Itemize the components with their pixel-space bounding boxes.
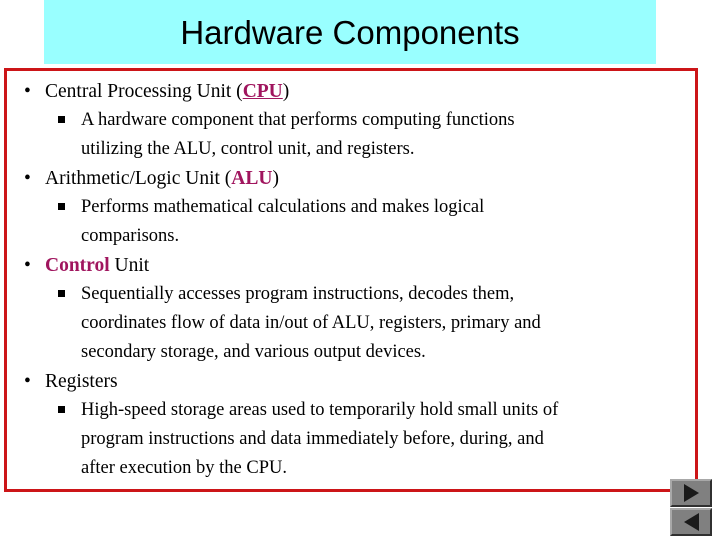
- list-item-level2: A hardware component that performs compu…: [7, 106, 701, 164]
- accent-term-control: Control: [45, 255, 110, 276]
- bullet-list: • Central Processing Unit (CPU) A hardwar…: [7, 71, 701, 483]
- sub-text-line: program instructions and data immediatel…: [81, 429, 544, 449]
- list-item-level2: Sequentially accesses program instructio…: [7, 280, 701, 367]
- bullet-square-icon: [58, 193, 72, 222]
- bullet-dot-icon: •: [24, 168, 31, 189]
- sub-text-line: coordinates flow of data in/out of ALU, …: [81, 313, 541, 333]
- bullet-square-icon: [58, 280, 72, 309]
- list-item-level1: • Central Processing Unit (CPU): [7, 77, 701, 106]
- list-item-text-pre: Central Processing Unit (: [45, 81, 243, 102]
- sub-text-line: High-speed storage areas used to tempora…: [81, 400, 559, 420]
- slide-navigation: [670, 479, 712, 536]
- title-banner: Hardware Components: [44, 0, 656, 64]
- sub-text-line: secondary storage, and various output de…: [81, 342, 426, 362]
- slide-canvas: Hardware Components • Central Processing …: [0, 0, 720, 540]
- triangle-left-icon: [683, 513, 699, 531]
- list-item-level2: High-speed storage areas used to tempora…: [7, 396, 701, 483]
- sub-text-line: Sequentially accesses program instructio…: [81, 284, 515, 304]
- list-item-level1: • Registers: [7, 367, 701, 396]
- triangle-right-icon: [683, 484, 699, 502]
- list-item-level1: • Arithmetic/Logic Unit (ALU): [7, 164, 701, 193]
- list-item-level2: Performs mathematical calculations and m…: [7, 193, 701, 251]
- accent-term-alu: ALU: [231, 168, 273, 189]
- sub-text-line: utilizing the ALU, control unit, and reg…: [81, 139, 415, 159]
- bullet-square-icon: [58, 396, 72, 425]
- list-item-text-pre: Arithmetic/Logic Unit (: [45, 168, 232, 189]
- sub-text-line: Performs mathematical calculations and m…: [81, 197, 485, 217]
- page-title: Hardware Components: [180, 13, 520, 51]
- accent-term-cpu: CPU: [242, 81, 283, 102]
- list-item-level1: • Control Unit: [7, 251, 701, 280]
- bullet-dot-icon: •: [24, 81, 31, 102]
- list-item-text-post: Unit: [109, 255, 150, 276]
- bullet-dot-icon: •: [24, 255, 31, 276]
- bullet-square-icon: [58, 106, 72, 135]
- list-item-text-post: ): [282, 81, 290, 102]
- bullet-dot-icon: •: [24, 371, 31, 392]
- next-slide-button[interactable]: [670, 479, 712, 507]
- previous-slide-button[interactable]: [670, 508, 712, 536]
- sub-text-line: A hardware component that performs compu…: [81, 110, 515, 130]
- list-item-text-pre: Registers: [45, 371, 118, 392]
- sub-text-line: after execution by the CPU.: [81, 458, 288, 478]
- list-item-text-post: ): [272, 168, 279, 189]
- sub-text-line: comparisons.: [81, 226, 180, 246]
- content-box: • Central Processing Unit (CPU) A hardwar…: [4, 68, 698, 492]
